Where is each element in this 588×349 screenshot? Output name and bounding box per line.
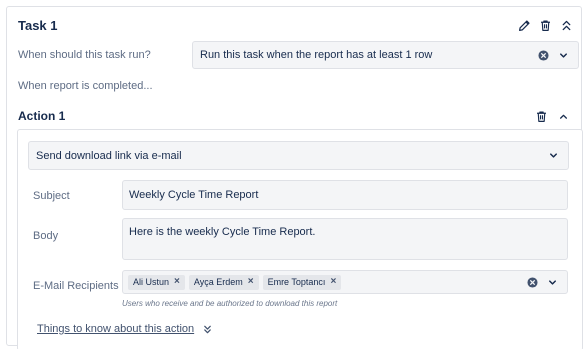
collapse-icon[interactable] <box>559 17 573 33</box>
action-card: Send download link via e-mail Subject We… <box>17 129 583 349</box>
subject-label: Subject <box>33 190 70 202</box>
task-title: Task 1 <box>18 18 58 33</box>
run-condition-select[interactable]: Run this task when the report has at lea… <box>192 41 579 69</box>
recipient-chip: Ali Ustun × <box>128 274 185 290</box>
remove-recipient-icon[interactable]: × <box>174 277 180 287</box>
chevron-up-icon[interactable] <box>556 108 570 124</box>
run-condition-value: Run this task when the report has at lea… <box>200 49 433 61</box>
recipient-chip: Emre Toptancı × <box>262 274 342 290</box>
recipient-chip-label: Ayça Erdem <box>193 277 243 287</box>
action-method-select[interactable]: Send download link via e-mail <box>28 141 569 170</box>
chevron-down-icon[interactable] <box>558 50 569 61</box>
action-method-value: Send download link via e-mail <box>36 149 182 162</box>
things-to-know-link[interactable]: Things to know about this action <box>37 323 212 335</box>
recipient-chip: Ayça Erdem × <box>188 274 259 290</box>
action-title: Action 1 <box>18 109 66 123</box>
chevron-down-icon[interactable] <box>548 150 559 161</box>
recipients-label: E-Mail Recipients <box>33 280 119 292</box>
recipient-chip-label: Emre Toptancı <box>267 277 326 287</box>
chevron-down-icon[interactable] <box>547 277 558 288</box>
clear-icon[interactable] <box>527 276 538 288</box>
recipient-chip-label: Ali Ustun <box>133 277 170 287</box>
pencil-icon[interactable] <box>517 17 531 33</box>
things-to-know-label: Things to know about this action <box>37 323 195 335</box>
run-condition-label: When should this task run? <box>18 49 151 61</box>
body-field[interactable]: Here is the weekly Cycle Time Report. <box>122 218 568 260</box>
trash-icon[interactable] <box>538 17 552 33</box>
recipients-helper-text: Users who receive and be authorized to d… <box>122 299 338 308</box>
recipients-field[interactable]: Ali Ustun × Ayça Erdem × Emre Toptancı × <box>122 270 568 294</box>
completed-label: When report is completed... <box>18 80 153 92</box>
remove-recipient-icon[interactable]: × <box>330 277 336 287</box>
task-card: Task 1 When should this task run? Run th… <box>6 6 583 349</box>
trash-icon[interactable] <box>534 108 548 124</box>
subject-field[interactable]: Weekly Cycle Time Report <box>122 180 568 210</box>
clear-icon[interactable] <box>538 49 549 61</box>
body-label: Body <box>33 230 59 242</box>
task-toolbar <box>517 17 573 33</box>
remove-recipient-icon[interactable]: × <box>248 277 254 287</box>
double-chevron-down-icon <box>203 325 212 334</box>
action-toolbar <box>534 108 570 124</box>
recipient-chips: Ali Ustun × Ayça Erdem × Emre Toptancı × <box>128 274 527 290</box>
